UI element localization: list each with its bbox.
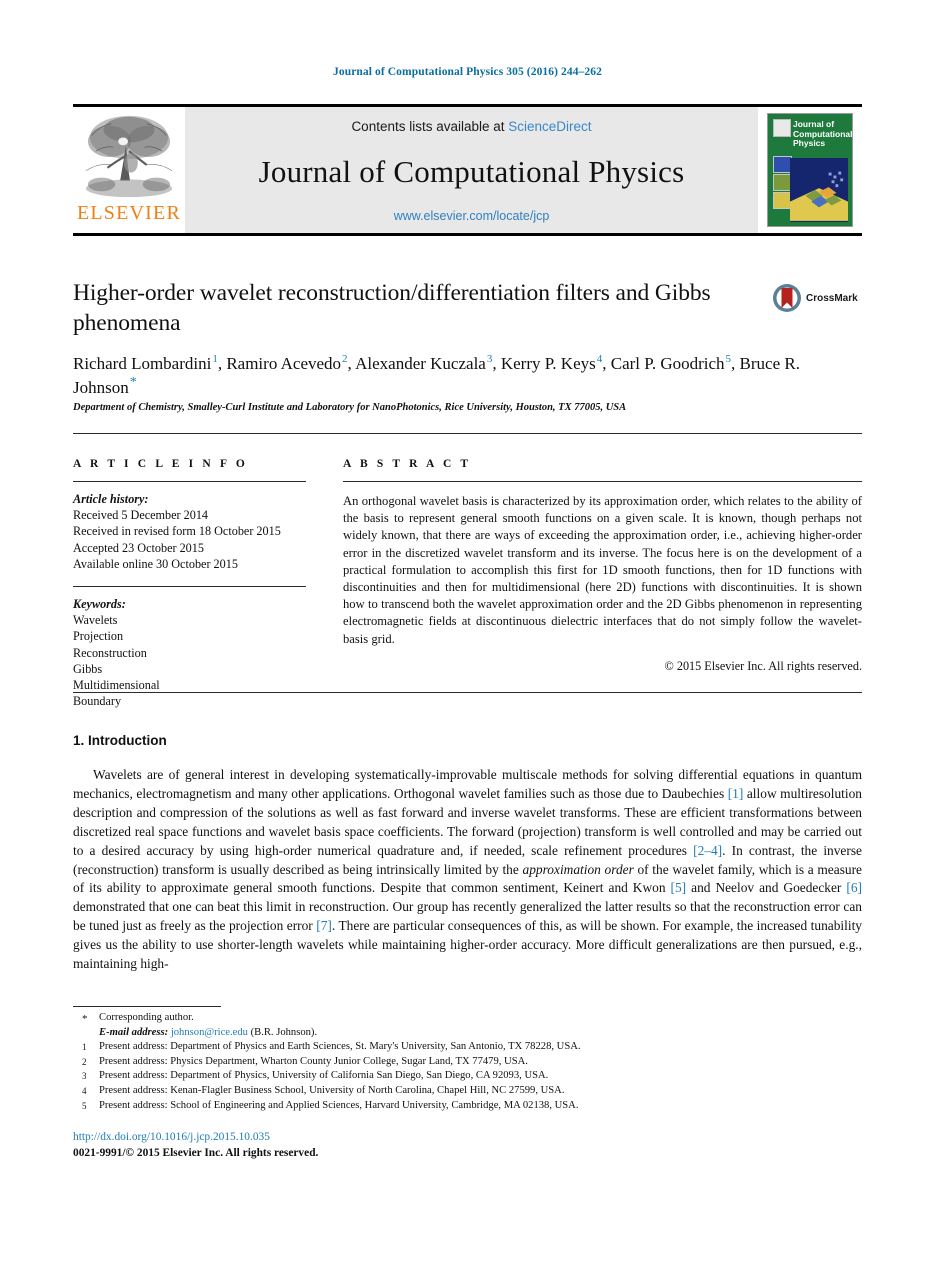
article-info-heading: A R T I C L E I N F O [73,458,248,470]
divider-abstract [343,481,862,482]
keyword-item: Wavelets [73,613,118,628]
article-history-item: Accepted 23 October 2015 [73,540,204,555]
footnote-text: Present address: Physics Department, Wha… [99,1055,528,1067]
citation-link[interactable]: [7] [316,918,332,933]
running-head: Journal of Computational Physics 305 (20… [333,66,602,78]
article-history-label: Article history: [73,492,149,506]
contents-available-line: Contents lists available at ScienceDirec… [351,119,591,134]
journal-banner: Contents lists available at ScienceDirec… [185,107,758,233]
divider-footnotes [73,1006,221,1007]
citation-link[interactable]: [5] [671,880,687,895]
divider-under-affiliation [73,433,862,434]
footnote-email: E-mail address: johnson@rice.edu (B.R. J… [73,1026,813,1041]
page-title: Higher-order wavelet reconstruction/diff… [73,280,711,336]
keyword-item: Gibbs [73,661,103,676]
citation-link[interactable]: [2–4] [693,843,722,858]
footnotes-block: * Corresponding author. E-mail address: j… [73,1011,813,1113]
cover-publisher-badge-icon [773,119,791,137]
author-affiliation-marker: 5 [725,353,732,366]
footnote-item: 3 Present address: Department of Physics,… [73,1069,813,1084]
divider-keywords [73,586,306,588]
doi-link[interactable]: http://dx.doi.org/10.1016/j.jcp.2015.10.… [73,1130,773,1146]
footnote-text: Present address: Department of Physics a… [99,1041,581,1053]
citation-link[interactable]: [1] [728,786,744,801]
abstract-text: An orthogonal wavelet basis is character… [343,494,862,646]
contents-prefix: Contents lists available at [351,119,509,134]
footnote-mark: 5 [82,1100,87,1111]
article-history-item: Received in revised form 18 October 2015 [73,524,281,539]
citation-link[interactable]: [6] [846,880,862,895]
author-affiliation-marker: 3 [486,353,493,366]
abstract-column: A B S T R A C T An orthogonal wavelet ba… [343,458,862,674]
abstract-heading: A B S T R A C T [343,458,472,470]
elsevier-logo-block: ELSEVIER [73,107,185,233]
sciencedirect-link[interactable]: ScienceDirect [508,119,591,134]
journal-masthead: ELSEVIER Contents lists available at Sci… [73,104,862,236]
paper-page: Journal of Computational Physics 305 (20… [0,0,935,1266]
keyword-item: Multidimensional [73,678,160,693]
divider-below-abstract [73,692,862,693]
title-block: Higher-order wavelet reconstruction/diff… [73,278,763,338]
footnote-corresponding-author: * Corresponding author. [73,1011,813,1026]
journal-cover-block: Journal of Computational Physics [758,107,862,233]
footnote-item: 1 Present address: Department of Physics … [73,1040,813,1055]
journal-homepage-link[interactable]: www.elsevier.com/locate/jcp [394,209,550,223]
abstract-rights: © 2015 Elsevier Inc. All rights reserved… [664,658,862,673]
keyword-item: Boundary [73,694,122,709]
article-history-item: Available online 30 October 2015 [73,556,238,571]
affiliation: Department of Chemistry, Smalley-Curl In… [73,402,627,413]
author-name: Ramiro Acevedo [226,354,342,373]
article-history-block: Article history: Received 5 December 201… [73,491,306,572]
email-owner: (B.R. Johnson). [247,1026,318,1038]
divider-article-info [73,481,306,482]
email-link[interactable]: johnson@rice.edu [171,1027,248,1038]
cover-title-text: Journal of Computational Physics [793,119,853,148]
section-heading-introduction: 1. Introduction [73,733,167,748]
author-name: Carl P. Goodrich [610,354,725,373]
footnote-text: Present address: Department of Physics, … [99,1070,549,1082]
keyword-item: Projection [73,629,124,644]
author-name: Kerry P. Keys [500,354,596,373]
footnote-text: Present address: Kenan-Flagler Business … [99,1084,565,1096]
author-affiliation-marker: 4 [596,353,603,366]
cover-art-svg [790,159,848,221]
footnote-item: 2 Present address: Physics Department, Wh… [73,1055,813,1070]
emphasis-text: approximation order [522,861,634,877]
author-list: Richard Lombardini1, Ramiro Acevedo2, Al… [73,353,800,397]
footnote-mark: * [82,1013,88,1025]
author-name: Alexander Kuczala [355,354,486,373]
elsevier-wordmark: ELSEVIER [76,202,182,224]
corresponding-author-marker[interactable]: * [129,375,137,390]
email-label: E-mail address: [99,1026,169,1038]
crossmark-label: CrossMark [806,292,858,304]
author-name: Richard Lombardini [73,354,212,373]
issn-copyright-line: 0021-9991/© 2015 Elsevier Inc. All right… [73,1146,319,1159]
page-footer: http://dx.doi.org/10.1016/j.jcp.2015.10.… [73,1130,773,1161]
keywords-label: Keywords: [73,597,126,612]
journal-cover-thumbnail[interactable]: Journal of Computational Physics [767,113,853,227]
author-affiliation-marker: 2 [342,353,348,366]
footnote-item: 5 Present address: School of Engineering … [73,1099,813,1114]
keyword-item: Reconstruction [73,645,147,660]
introduction-paragraph: Wavelets are of general interest in deve… [73,767,863,972]
article-history-item: Received 5 December 2014 [73,508,209,523]
footnote-mark: 3 [82,1071,87,1082]
footnote-item: 4 Present address: Kenan-Flagler Business… [73,1084,813,1099]
footnote-mark: 4 [82,1085,87,1096]
author-affiliation-marker: 1 [212,353,218,366]
footnote-text: Corresponding author. [99,1012,194,1023]
crossmark-icon [773,284,801,312]
article-info-column: A R T I C L E I N F O Article history: R… [73,458,306,709]
footnote-text: Present address: School of Engineering a… [99,1099,579,1111]
journal-title: Journal of Computational Physics [258,153,685,189]
footnote-mark: 1 [82,1042,87,1053]
crossmark-badge[interactable]: CrossMark [772,283,858,313]
elsevier-tree-icon [85,115,173,198]
cover-artwork [790,158,848,222]
footnote-mark: 2 [82,1056,87,1067]
